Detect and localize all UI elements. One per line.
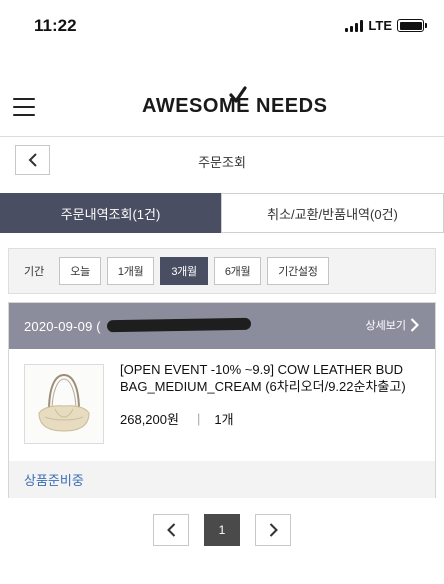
- chevron-right-icon: [269, 523, 278, 537]
- chevron-left-icon: [166, 523, 175, 537]
- tab-order-history[interactable]: 주문내역조회(1건): [0, 193, 221, 233]
- period-today-button[interactable]: 오늘: [59, 257, 101, 285]
- product-row: [OPEN EVENT -10% ~9.9] COW LEATHER BUD B…: [9, 349, 435, 461]
- period-label: 기간: [24, 266, 45, 278]
- status-time: 11:22: [34, 16, 77, 35]
- product-quantity: 1개: [214, 412, 234, 427]
- meta-separator: |: [196, 411, 201, 426]
- period-6month-button[interactable]: 6개월: [213, 257, 262, 285]
- redaction-mark: [106, 317, 252, 333]
- period-1month-button[interactable]: 1개월: [106, 257, 155, 285]
- status-bar: 11:22 LTE: [0, 0, 444, 52]
- period-custom-button[interactable]: 기간설정: [267, 257, 329, 285]
- order-detail-link[interactable]: 상세보기: [366, 317, 419, 333]
- site-header: AWESOME NEEDS: [0, 78, 444, 136]
- checkmark-icon: [229, 86, 247, 103]
- status-indicators: LTE: [345, 18, 427, 33]
- product-price: 268,200원: [120, 412, 179, 427]
- order-tabs: 주문내역조회(1건) 취소/교환/반품내역(0건): [0, 193, 444, 233]
- order-date: 2020-09-09 (: [24, 318, 101, 334]
- page-title: 주문조회: [198, 155, 246, 170]
- sub-navigation: 주문조회: [0, 137, 444, 185]
- bag-image: [25, 365, 103, 443]
- signal-icon: [345, 19, 364, 32]
- chevron-right-icon: [410, 318, 419, 332]
- pagination: 1: [0, 514, 444, 546]
- order-status-bar: 상품준비중: [9, 461, 435, 498]
- prev-page-button[interactable]: [153, 514, 189, 546]
- order-header: 2020-09-09 ( 상세보기: [9, 303, 435, 349]
- network-label: LTE: [368, 18, 392, 33]
- period-3month-button[interactable]: 3개월: [160, 257, 208, 285]
- period-filter: 기간 오늘 1개월 3개월 6개월 기간설정: [8, 248, 436, 294]
- product-image[interactable]: [24, 364, 104, 444]
- tab-cancel-exchange-return[interactable]: 취소/교환/반품내역(0건): [221, 193, 444, 233]
- hamburger-menu-icon[interactable]: [13, 98, 35, 116]
- next-page-button[interactable]: [255, 514, 291, 546]
- order-card: 2020-09-09 ( 상세보기 [OPEN EVENT -10% ~9.9]…: [8, 302, 436, 498]
- product-name[interactable]: [OPEN EVENT -10% ~9.9] COW LEATHER BUD B…: [120, 361, 420, 395]
- order-status: 상품준비중: [24, 473, 84, 488]
- product-meta: 268,200원 | 1개: [120, 409, 234, 428]
- detail-label: 상세보기: [365, 320, 406, 332]
- page-number-button[interactable]: 1: [204, 514, 240, 546]
- battery-icon: [397, 19, 427, 32]
